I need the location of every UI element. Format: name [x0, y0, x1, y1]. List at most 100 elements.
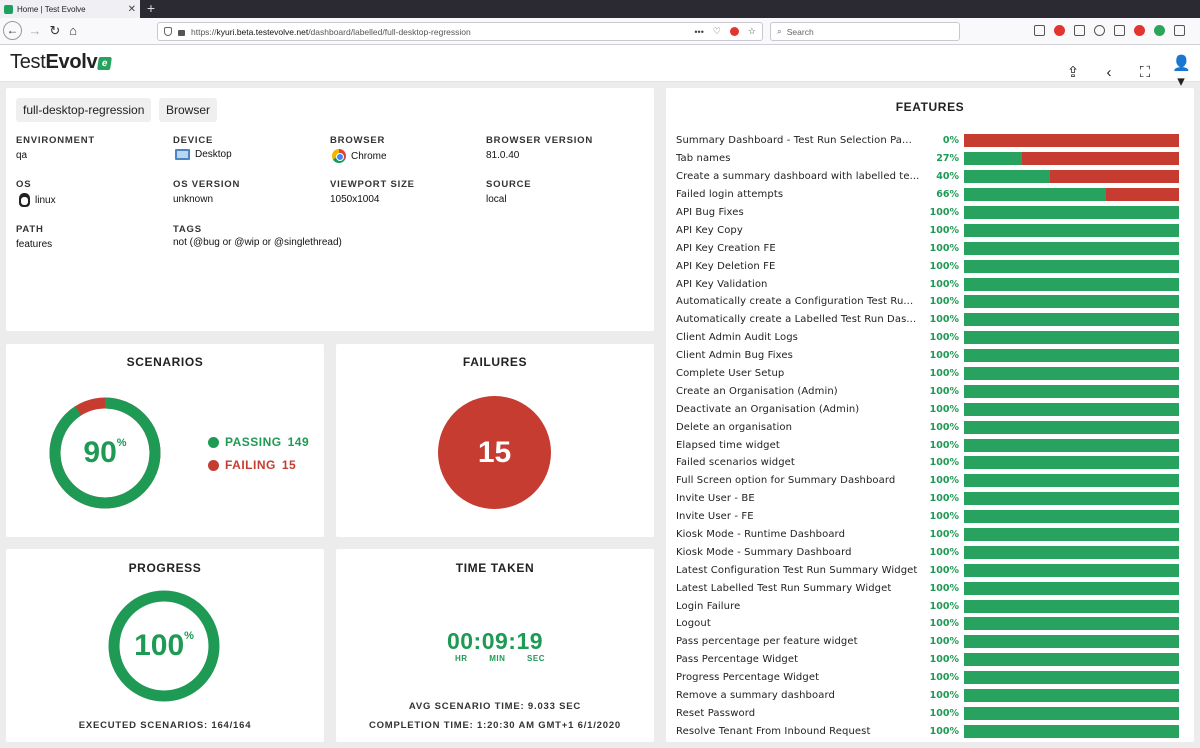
tags-label: TAGS	[173, 224, 202, 235]
feature-row[interactable]: Deactivate an Organisation (Admin) 100%	[676, 400, 1184, 418]
feature-row[interactable]: Kiosk Mode - Summary Dashboard 100%	[676, 543, 1184, 561]
feature-row[interactable]: Pass Percentage Widget 100%	[676, 651, 1184, 669]
feature-row[interactable]: Invite User - BE 100%	[676, 490, 1184, 508]
features-panel: FEATURES Summary Dashboard - Test Run Se…	[666, 88, 1194, 742]
testevolve-logo[interactable]: TestEvolv e	[10, 51, 113, 74]
failing-legend: FAILING 15	[208, 458, 296, 472]
feature-row[interactable]: Summary Dashboard - Test Run Selection P…	[676, 132, 1184, 150]
fullscreen-icon[interactable]: ⛶	[1136, 64, 1154, 81]
device-label: DEVICE	[173, 135, 214, 146]
feature-pass-bar	[963, 634, 1180, 650]
feature-row[interactable]: Remove a summary dashboard 100%	[676, 687, 1184, 705]
menu-icon[interactable]	[1174, 25, 1185, 36]
feature-pass-bar	[963, 598, 1180, 614]
library-icon[interactable]	[1034, 25, 1045, 36]
feature-row[interactable]: Create a summary dashboard with labelled…	[676, 168, 1184, 186]
path-label: PATH	[16, 224, 44, 235]
reload-icon[interactable]: ↻	[45, 21, 65, 41]
feature-name: Reset Password	[676, 707, 756, 719]
pocket-extension-icon[interactable]	[1134, 25, 1145, 36]
new-tab-icon[interactable]: +	[145, 0, 157, 18]
time-taken-panel: TIME TAKEN 00:09:19 HR MIN SEC AVG SCENA…	[336, 549, 654, 742]
feature-row[interactable]: Tab names 27%	[676, 150, 1184, 168]
feature-row[interactable]: Invite User - FE 100%	[676, 508, 1184, 526]
browser-nav-bar: ← → ↻ ⌂ https://kyuri.beta.testevolve.ne…	[0, 18, 1200, 45]
feature-row[interactable]: Complete User Setup 100%	[676, 365, 1184, 383]
feature-pass-pct: 100%	[929, 529, 959, 541]
url-bar[interactable]: https://kyuri.beta.testevolve.net/dashbo…	[157, 22, 763, 41]
feature-pass-fill	[964, 456, 1179, 470]
close-tab-icon[interactable]: ✕	[128, 4, 136, 15]
chevron-left-icon[interactable]: ‹	[1100, 64, 1118, 81]
share-icon[interactable]: ⇪	[1064, 63, 1082, 81]
os-version-label: OS VERSION	[173, 179, 241, 190]
feature-row[interactable]: Client Admin Audit Logs 100%	[676, 329, 1184, 347]
feature-row[interactable]: Kiosk Mode - Runtime Dashboard 100%	[676, 526, 1184, 544]
feature-row[interactable]: Client Admin Bug Fixes 100%	[676, 347, 1184, 365]
feature-pass-fill	[964, 492, 1179, 506]
account-icon[interactable]	[1154, 25, 1165, 36]
feature-pass-pct: 100%	[929, 725, 959, 737]
keyboard-icon[interactable]	[1114, 25, 1125, 36]
feature-row[interactable]: Elapsed time widget 100%	[676, 436, 1184, 454]
page-actions-icon[interactable]: •••	[694, 27, 703, 37]
feature-row[interactable]: API Key Copy 100%	[676, 221, 1184, 239]
feature-row[interactable]: Delete an organisation 100%	[676, 418, 1184, 436]
browser-tab[interactable]: Home | Test Evolve ✕	[0, 0, 140, 18]
user-menu-icon[interactable]: 👤▾	[1172, 54, 1191, 90]
feature-name: Full Screen option for Summary Dashboard	[676, 475, 896, 487]
feature-row[interactable]: Failed scenarios widget 100%	[676, 454, 1184, 472]
feature-row[interactable]: API Key Validation 100%	[676, 275, 1184, 293]
feature-row[interactable]: Reset Password 100%	[676, 705, 1184, 723]
failures-count: 15	[438, 396, 551, 509]
feature-row[interactable]: Progress Percentage Widget 100%	[676, 669, 1184, 687]
feature-row[interactable]: API Key Deletion FE 100%	[676, 257, 1184, 275]
feature-pass-bar	[963, 527, 1180, 543]
feature-row[interactable]: Create an Organisation (Admin) 100%	[676, 382, 1184, 400]
feature-row[interactable]: Login Failure 100%	[676, 597, 1184, 615]
chrome-icon	[332, 149, 346, 163]
extension-icon[interactable]	[1094, 25, 1105, 36]
feature-name: Automatically create a Labelled Test Run…	[676, 314, 917, 326]
forward-icon[interactable]: →	[25, 21, 45, 41]
lock-icon[interactable]	[178, 29, 185, 36]
reader-icon[interactable]	[1074, 25, 1085, 36]
back-icon[interactable]: ←	[3, 21, 22, 40]
app-header: TestEvolv e ⇪ ‹ ⛶ 👤▾	[0, 45, 1200, 90]
feature-row[interactable]: Automatically create a Configuration Tes…	[676, 293, 1184, 311]
feature-row[interactable]: Latest Configuration Test Run Summary Wi…	[676, 561, 1184, 579]
feature-row[interactable]: Logout 100%	[676, 615, 1184, 633]
failures-panel: FAILURES 15	[336, 344, 654, 537]
clock-units: HR MIN SEC	[455, 654, 545, 663]
feature-pass-bar	[963, 652, 1180, 668]
progress-title: PROGRESS	[128, 561, 202, 575]
feature-row[interactable]: API Key Creation FE 100%	[676, 239, 1184, 257]
pocket-icon[interactable]: ♡	[713, 26, 721, 37]
feature-pass-bar	[963, 509, 1180, 525]
avg-scenario-time: AVG SCENARIO TIME: 9.033 SEC	[408, 701, 582, 712]
feature-pass-fill	[964, 617, 1179, 631]
home-icon[interactable]: ⌂	[63, 21, 83, 41]
feature-row[interactable]: Latest Labelled Test Run Summary Widget 1…	[676, 579, 1184, 597]
feature-pass-pct: 100%	[929, 618, 959, 630]
feature-pass-fill	[964, 152, 1023, 166]
url-text[interactable]: https://kyuri.beta.testevolve.net/dashbo…	[191, 27, 694, 37]
bookmark-star-icon[interactable]: ☆	[748, 26, 756, 37]
feature-row[interactable]: Pass percentage per feature widget 100%	[676, 633, 1184, 651]
feature-row[interactable]: Automatically create a Labelled Test Run…	[676, 311, 1184, 329]
feature-pass-fill	[964, 671, 1179, 685]
feature-row[interactable]: Full Screen option for Summary Dashboard…	[676, 472, 1184, 490]
feature-row[interactable]: API Bug Fixes 100%	[676, 204, 1184, 222]
adblock-icon[interactable]	[1054, 25, 1065, 36]
feature-pass-bar	[963, 455, 1180, 471]
tracking-shield-icon[interactable]	[164, 27, 172, 36]
feature-row[interactable]: Resolve Tenant From Inbound Request 100%	[676, 722, 1184, 740]
elapsed-clock: 00:09:19	[446, 628, 544, 654]
feature-pass-fill	[964, 528, 1179, 542]
extension-badge-icon[interactable]	[729, 27, 739, 36]
feature-pass-bar	[963, 580, 1180, 596]
label-chip: full-desktop-regression	[16, 98, 152, 122]
feature-pass-bar	[963, 491, 1180, 507]
search-bar[interactable]: ⌕ Search	[770, 22, 960, 41]
feature-row[interactable]: Failed login attempts 66%	[676, 186, 1184, 204]
